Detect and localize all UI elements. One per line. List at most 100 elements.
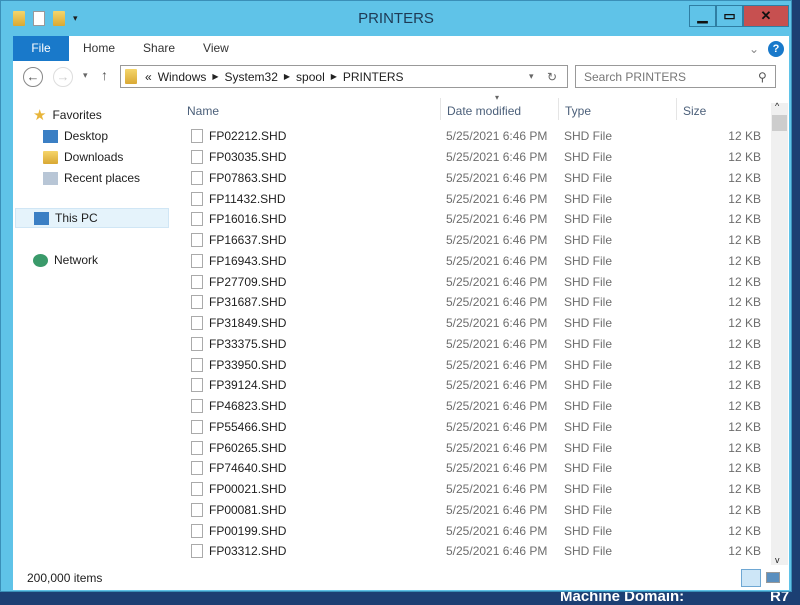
forward-button[interactable]: → [53,67,73,87]
refresh-icon[interactable]: ↻ [547,70,557,84]
recent-locations-icon[interactable]: ▾ [83,70,88,81]
date-modified: 5/25/2021 6:46 PM [446,461,548,476]
file-row[interactable]: FP11432.SHD 5/25/2021 6:46 PM SHD File 12 K… [173,188,768,209]
file-size: 12 KB [728,440,761,455]
file-size: 12 KB [728,544,761,559]
file-row[interactable]: FP00081.SHD 5/25/2021 6:46 PM SHD File 12 K… [173,500,768,521]
nav-favorites[interactable]: ★ Favorites [33,105,102,125]
tab-file[interactable]: File [13,36,69,61]
vertical-scrollbar[interactable]: ^ v [771,101,788,565]
column-size[interactable]: Size [677,98,768,120]
maximize-button[interactable]: ▭ [716,5,743,27]
file-row[interactable]: FP33950.SHD 5/25/2021 6:46 PM SHD File 12 K… [173,354,768,375]
file-row[interactable]: FP31849.SHD 5/25/2021 6:46 PM SHD File 12 K… [173,313,768,334]
scrollbar-thumb[interactable] [772,115,787,131]
breadcrumb-separator-icon[interactable]: ▶ [331,72,337,81]
breadcrumb-spool[interactable]: spool [296,70,325,84]
minimize-button[interactable]: ▁ [689,5,716,27]
file-row[interactable]: FP16943.SHD 5/25/2021 6:46 PM SHD File 12 K… [173,251,768,272]
address-dropdown-icon[interactable]: ▾ [529,71,534,82]
date-modified: 5/25/2021 6:46 PM [446,316,548,331]
file-row[interactable]: FP39124.SHD 5/25/2021 6:46 PM SHD File 12 K… [173,375,768,396]
file-row[interactable]: FP16637.SHD 5/25/2021 6:46 PM SHD File 12 K… [173,230,768,251]
date-modified: 5/25/2021 6:46 PM [446,191,548,206]
file-row[interactable]: FP27709.SHD 5/25/2021 6:46 PM SHD File 12 K… [173,271,768,292]
address-bar[interactable]: « Windows ▶ System32 ▶ spool ▶ PRINTERS ▾ ↻ [120,65,568,88]
date-modified: 5/25/2021 6:46 PM [446,357,548,372]
nav-this-pc[interactable]: This PC [15,208,169,228]
file-icon [191,316,203,331]
details-view-button[interactable] [741,569,761,587]
file-type: SHD File [564,357,613,372]
search-input[interactable]: Search PRINTERS [575,65,776,88]
file-row[interactable]: FP02212.SHD 5/25/2021 6:46 PM SHD File 12 K… [173,126,768,147]
breadcrumb-printers[interactable]: PRINTERS [343,70,404,84]
date-modified: 5/25/2021 6:46 PM [446,233,548,248]
date-modified: 5/25/2021 6:46 PM [446,274,548,289]
file-row[interactable]: FP31687.SHD 5/25/2021 6:46 PM SHD File 12 K… [173,292,768,313]
breadcrumb-system32[interactable]: System32 [225,70,278,84]
file-row[interactable]: FP60265.SHD 5/25/2021 6:46 PM SHD File 12 K… [173,437,768,458]
large-icons-view-button[interactable] [763,569,783,587]
file-size: 12 KB [728,502,761,517]
file-name: FP46823.SHD [209,399,287,414]
file-name: FP11432.SHD [209,191,286,206]
file-name: FP60265.SHD [209,440,287,455]
tab-home[interactable]: Home [69,36,129,61]
file-row[interactable]: FP16016.SHD 5/25/2021 6:46 PM SHD File 12 K… [173,209,768,230]
explorer-window: ▾ PRINTERS ▁ ▭ ✕ File Home Share View ⌄ … [0,0,792,592]
file-row[interactable]: FP00021.SHD 5/25/2021 6:46 PM SHD File 12 K… [173,479,768,500]
breadcrumb-overflow[interactable]: « [145,70,152,84]
file-icon [191,150,203,165]
breadcrumb-separator-icon[interactable]: ▶ [212,72,218,81]
file-icon [191,482,203,497]
nav-desktop[interactable]: Desktop [43,126,108,146]
file-row[interactable]: FP07863.SHD 5/25/2021 6:46 PM SHD File 12 K… [173,168,768,189]
file-row[interactable]: FP46823.SHD 5/25/2021 6:46 PM SHD File 12 K… [173,396,768,417]
content-area: ★ Favorites Desktop Downloads Recent plac… [13,93,789,566]
nav-network[interactable]: Network [33,250,98,270]
file-name-cell: FP00199.SHD [173,523,441,538]
breadcrumb-separator-icon[interactable]: ▶ [284,72,290,81]
file-row[interactable]: FP03035.SHD 5/25/2021 6:46 PM SHD File 12 K… [173,147,768,168]
file-name: FP31849.SHD [209,316,287,331]
back-button[interactable]: ← [23,67,43,87]
file-name: FP39124.SHD [209,378,287,393]
file-name-cell: FP16943.SHD [173,253,441,268]
file-row[interactable]: FP74640.SHD 5/25/2021 6:46 PM SHD File 12 K… [173,458,768,479]
file-type: SHD File [564,461,613,476]
up-button[interactable]: ↑ [101,67,108,83]
breadcrumb-windows[interactable]: Windows [158,70,207,84]
file-type: SHD File [564,336,613,351]
column-date-modified[interactable]: Date modified [441,98,559,120]
file-type: SHD File [564,253,613,268]
date-modified: 5/25/2021 6:46 PM [446,170,548,185]
file-type: SHD File [564,274,613,289]
help-icon[interactable]: ? [768,40,784,57]
file-type: SHD File [564,316,613,331]
scroll-down-icon[interactable]: v [775,555,780,565]
nav-recent-places[interactable]: Recent places [43,168,140,188]
file-row[interactable]: FP33375.SHD 5/25/2021 6:46 PM SHD File 12 K… [173,334,768,355]
tab-view[interactable]: View [189,36,243,61]
file-name: FP74640.SHD [209,461,287,476]
date-modified: 5/25/2021 6:46 PM [446,523,548,538]
scroll-up-icon[interactable]: ^ [775,101,779,111]
column-type[interactable]: Type [559,98,677,120]
file-row[interactable]: FP03312.SHD 5/25/2021 6:46 PM SHD File 12 K… [173,541,768,562]
file-icon [191,233,203,248]
file-size: 12 KB [728,523,761,538]
date-modified: 5/25/2021 6:46 PM [446,378,548,393]
date-modified: 5/25/2021 6:46 PM [446,150,548,165]
file-icon [191,544,203,559]
nav-downloads[interactable]: Downloads [43,147,123,167]
tab-share[interactable]: Share [129,36,189,61]
file-type: SHD File [564,399,613,414]
close-button[interactable]: ✕ [743,5,789,27]
expand-ribbon-icon[interactable]: ⌄ [749,42,759,56]
date-modified: 5/25/2021 6:46 PM [446,129,548,144]
folder-icon [125,69,137,84]
file-row[interactable]: FP55466.SHD 5/25/2021 6:46 PM SHD File 12 K… [173,417,768,438]
column-name[interactable]: Name [173,98,441,120]
file-row[interactable]: FP00199.SHD 5/25/2021 6:46 PM SHD File 12 K… [173,520,768,541]
